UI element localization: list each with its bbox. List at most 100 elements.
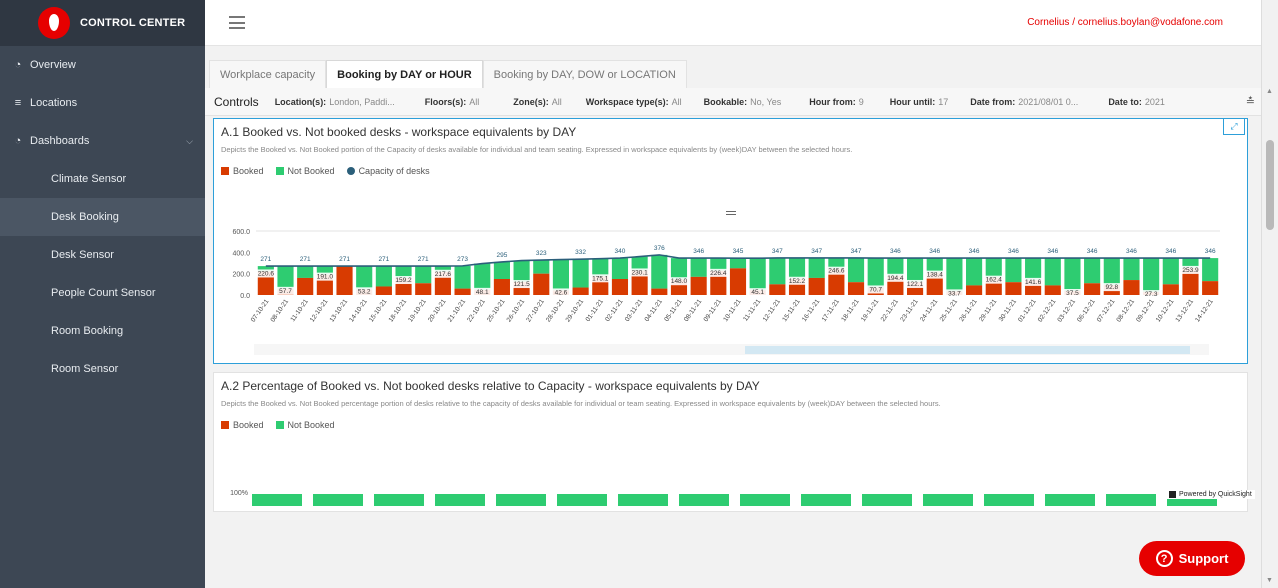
chevron-down-icon[interactable]: ⌵ xyxy=(186,136,193,147)
control-date-from[interactable]: Date from: 2021/08/01 0... xyxy=(970,97,1078,107)
bar-not-booked[interactable] xyxy=(277,266,294,289)
bar-not-booked[interactable] xyxy=(1202,258,1219,282)
bar-booked[interactable] xyxy=(1044,285,1061,295)
bar-not-booked[interactable] xyxy=(749,258,766,291)
legend-not-booked[interactable]: Not Booked xyxy=(275,420,335,430)
chart-card-a1[interactable]: ⤢ A.1 Booked vs. Not booked desks - work… xyxy=(213,118,1248,364)
bar-booked[interactable] xyxy=(651,288,668,295)
sidebar-item-locations[interactable]: ≡ Locations xyxy=(0,84,205,122)
bar-not-booked[interactable] xyxy=(769,257,786,285)
sidebar-item-dashboards[interactable]: ◔ Dashboards ⌵ xyxy=(0,122,205,160)
user-account-link[interactable]: Cornelius / cornelius.boylan@vodafone.co… xyxy=(1027,17,1223,28)
sidebar-item-room-booking[interactable]: Room Booking xyxy=(0,312,205,350)
bar-not-booked[interactable] xyxy=(375,266,392,287)
bar-booked[interactable] xyxy=(572,287,589,295)
bar-booked[interactable] xyxy=(769,284,786,295)
bar-booked[interactable] xyxy=(847,282,865,295)
scrollbar-thumb[interactable] xyxy=(1266,140,1274,230)
bar-not-booked[interactable] xyxy=(374,494,424,506)
bar-not-booked[interactable] xyxy=(252,494,302,506)
bar-booked[interactable] xyxy=(1123,280,1140,295)
control-hour-until[interactable]: Hour until: 17 xyxy=(890,97,949,107)
bar-not-booked[interactable] xyxy=(572,259,589,288)
control-zones[interactable]: Zone(s): All xyxy=(513,97,562,107)
bar-not-booked[interactable] xyxy=(496,494,546,506)
bar-not-booked[interactable] xyxy=(1044,258,1061,286)
legend-not-booked[interactable]: Not Booked xyxy=(275,166,335,176)
support-button[interactable]: ? Support xyxy=(1139,541,1245,576)
bar-booked[interactable] xyxy=(690,276,707,295)
bar-booked[interactable] xyxy=(297,277,314,295)
sidebar-item-desk-booking[interactable]: Desk Booking xyxy=(0,198,205,236)
control-workspace-types[interactable]: Workspace type(s): All xyxy=(586,97,682,107)
bar-not-booked[interactable] xyxy=(1005,258,1022,283)
bar-not-booked[interactable] xyxy=(313,494,363,506)
bar-not-booked[interactable] xyxy=(454,265,471,289)
bar-not-booked[interactable] xyxy=(1103,258,1120,286)
sidebar-item-room-sensor[interactable]: Room Sensor xyxy=(0,350,205,388)
drag-handle-icon[interactable] xyxy=(726,211,736,215)
control-hour-from[interactable]: Hour from: 9 xyxy=(809,97,864,107)
bar-booked[interactable] xyxy=(1162,284,1179,295)
bar-not-booked[interactable] xyxy=(788,257,806,279)
scrollbar-thumb[interactable] xyxy=(745,346,1190,354)
bar-not-booked[interactable] xyxy=(808,257,825,278)
bar-not-booked[interactable] xyxy=(533,260,550,274)
chart-horizontal-scrollbar[interactable] xyxy=(254,344,1209,355)
scroll-up-icon[interactable]: ▲ xyxy=(1266,88,1273,95)
bar-booked[interactable] xyxy=(1084,283,1101,295)
legend-capacity[interactable]: Capacity of desks xyxy=(346,166,430,176)
control-floors[interactable]: Floors(s): All xyxy=(425,97,480,107)
sidebar-item-desk-sensor[interactable]: Desk Sensor xyxy=(0,236,205,274)
chart-a1-plot[interactable]: 0.0 200.0 400.0 600.0 220.6 271 07-10-21 57.7 08… xyxy=(220,227,1220,357)
bar-booked[interactable] xyxy=(533,273,550,295)
bar-not-booked[interactable] xyxy=(415,266,432,284)
bar-booked[interactable] xyxy=(729,268,747,295)
bar-not-booked[interactable] xyxy=(690,258,707,277)
bar-not-booked[interactable] xyxy=(867,258,884,288)
controls-title[interactable]: Controls xyxy=(214,95,259,109)
bar-not-booked[interactable] xyxy=(966,258,983,286)
sidebar-item-overview[interactable]: ◔ Overview xyxy=(0,46,205,84)
tab-workplace-capacity[interactable]: Workplace capacity xyxy=(209,60,327,88)
bar-not-booked[interactable] xyxy=(847,257,865,283)
bar-booked[interactable] xyxy=(454,288,471,295)
bar-not-booked[interactable] xyxy=(801,494,851,506)
maximize-icon[interactable]: ⤢ xyxy=(1223,119,1245,135)
bar-not-booked[interactable] xyxy=(493,261,510,279)
tab-booking-by-day-or-hour[interactable]: Booking by DAY or HOUR xyxy=(326,60,483,88)
chevron-double-down-icon[interactable]: ≛ xyxy=(1246,95,1255,108)
bar-not-booked[interactable] xyxy=(592,258,609,277)
brand-header[interactable]: CONTROL CENTER xyxy=(0,0,205,46)
chart-a2-plot[interactable]: 100% xyxy=(220,487,1220,507)
bar-not-booked[interactable] xyxy=(923,494,973,506)
bar-not-booked[interactable] xyxy=(1064,258,1081,291)
bar-booked[interactable] xyxy=(375,286,392,295)
sidebar-item-climate-sensor[interactable]: Climate Sensor xyxy=(0,160,205,198)
bar-not-booked[interactable] xyxy=(611,258,629,279)
legend-booked[interactable]: Booked xyxy=(221,420,264,430)
bar-not-booked[interactable] xyxy=(435,494,485,506)
bar-not-booked[interactable] xyxy=(513,260,530,283)
bar-not-booked[interactable] xyxy=(984,494,1034,506)
bar-booked[interactable] xyxy=(415,283,432,295)
bar-not-booked[interactable] xyxy=(906,258,924,282)
bar-not-booked[interactable] xyxy=(1084,258,1101,284)
bar-not-booked[interactable] xyxy=(740,494,790,506)
bar-not-booked[interactable] xyxy=(887,258,904,276)
bar-not-booked[interactable] xyxy=(729,258,747,269)
bar-not-booked[interactable] xyxy=(297,266,314,278)
bar-not-booked[interactable] xyxy=(1025,258,1042,280)
legend-booked[interactable]: Booked xyxy=(221,166,264,176)
bar-booked[interactable] xyxy=(808,277,825,295)
sidebar-item-people-count-sensor[interactable]: People Count Sensor xyxy=(0,274,205,312)
tab-booking-by-day-dow-location[interactable]: Booking by DAY, DOW or LOCATION xyxy=(482,60,687,88)
page-vertical-scrollbar[interactable]: ▲ ▼ xyxy=(1261,0,1278,588)
bar-not-booked[interactable] xyxy=(1143,258,1160,293)
scroll-down-icon[interactable]: ▼ xyxy=(1266,577,1273,584)
bar-not-booked[interactable] xyxy=(1123,258,1140,281)
control-locations[interactable]: Location(s): London, Paddi... xyxy=(275,97,395,107)
bar-booked[interactable] xyxy=(611,279,629,295)
bar-not-booked[interactable] xyxy=(474,263,491,290)
bar-not-booked[interactable] xyxy=(1106,494,1156,506)
